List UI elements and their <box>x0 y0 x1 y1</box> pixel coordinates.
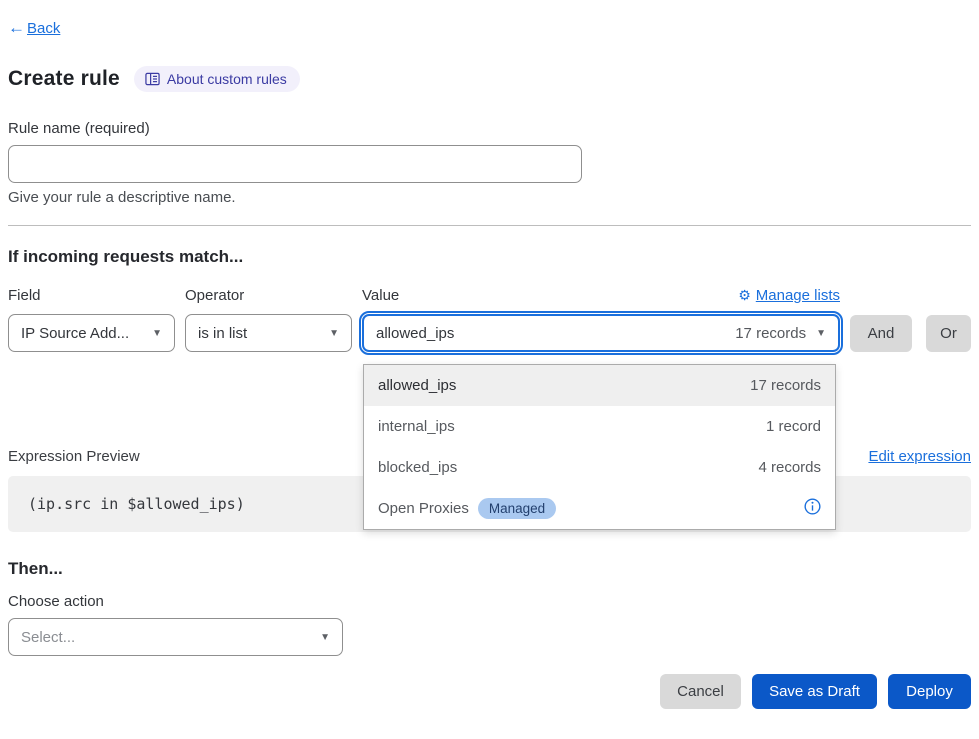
gear-icon: ⚙ <box>738 287 751 304</box>
edit-expression-link[interactable]: Edit expression <box>868 448 971 465</box>
list-name: blocked_ips <box>378 459 457 476</box>
or-button[interactable]: Or <box>926 315 971 352</box>
value-label: Value <box>362 287 399 304</box>
section-divider <box>8 225 971 226</box>
create-rule-page: ← Back Create rule About custom rules Ru… <box>0 0 979 739</box>
list-option-open-proxies[interactable]: Open Proxies Managed <box>364 488 835 529</box>
record-count: 1 record <box>766 418 821 435</box>
action-select[interactable]: Select... ▼ <box>8 618 343 656</box>
chevron-down-icon: ▼ <box>320 632 330 643</box>
expression-code: (ip.src in $allowed_ips) <box>28 495 245 513</box>
choose-action-label: Choose action <box>8 593 971 610</box>
rule-name-input[interactable] <box>8 145 582 183</box>
list-option-blocked_ips[interactable]: blocked_ips 4 records <box>364 447 835 488</box>
deploy-button[interactable]: Deploy <box>888 674 971 709</box>
action-select-placeholder: Select... <box>21 629 75 646</box>
field-select-value: IP Source Add... <box>21 325 129 342</box>
record-count: 17 records <box>750 377 821 394</box>
chevron-down-icon: ▼ <box>816 328 826 339</box>
about-custom-rules-badge[interactable]: About custom rules <box>134 66 300 92</box>
operator-select-value: is in list <box>198 325 247 342</box>
value-select-value: allowed_ips <box>376 325 454 342</box>
back-link-label[interactable]: Back <box>27 20 60 37</box>
list-name: Open Proxies <box>378 500 469 517</box>
match-heading: If incoming requests match... <box>8 247 971 267</box>
back-link[interactable]: ← Back <box>8 18 971 38</box>
manage-lists-link[interactable]: ⚙ Manage lists <box>738 287 840 304</box>
manage-lists-label[interactable]: Manage lists <box>756 287 840 304</box>
rule-name-label: Rule name (required) <box>8 120 971 137</box>
lists-dropdown: allowed_ips 17 records internal_ips 1 recor… <box>363 364 836 530</box>
page-title: Create rule <box>8 67 120 91</box>
field-label: Field <box>8 287 175 304</box>
save-as-draft-button[interactable]: Save as Draft <box>752 674 877 709</box>
list-name: allowed_ips <box>378 377 456 394</box>
then-heading: Then... <box>8 559 971 579</box>
about-custom-rules-label: About custom rules <box>167 71 287 87</box>
book-icon <box>145 72 160 86</box>
list-name: internal_ips <box>378 418 455 435</box>
field-select[interactable]: IP Source Add... ▼ <box>8 314 175 352</box>
expression-preview-label: Expression Preview <box>8 448 140 465</box>
list-option-allowed_ips[interactable]: allowed_ips 17 records <box>364 365 835 406</box>
operator-select[interactable]: is in list ▼ <box>185 314 352 352</box>
value-select-records: 17 records <box>735 325 806 342</box>
and-button[interactable]: And <box>850 315 912 352</box>
operator-label: Operator <box>185 287 352 304</box>
record-count: 4 records <box>758 459 821 476</box>
info-icon[interactable] <box>804 498 821 515</box>
back-arrow-icon: ← <box>8 18 25 38</box>
rule-name-help: Give your rule a descriptive name. <box>8 189 971 206</box>
value-select[interactable]: allowed_ips 17 records ▼ <box>362 314 840 352</box>
list-option-internal_ips[interactable]: internal_ips 1 record <box>364 406 835 447</box>
managed-badge: Managed <box>478 498 556 519</box>
chevron-down-icon: ▼ <box>329 328 339 339</box>
cancel-button[interactable]: Cancel <box>660 674 741 709</box>
chevron-down-icon: ▼ <box>152 328 162 339</box>
